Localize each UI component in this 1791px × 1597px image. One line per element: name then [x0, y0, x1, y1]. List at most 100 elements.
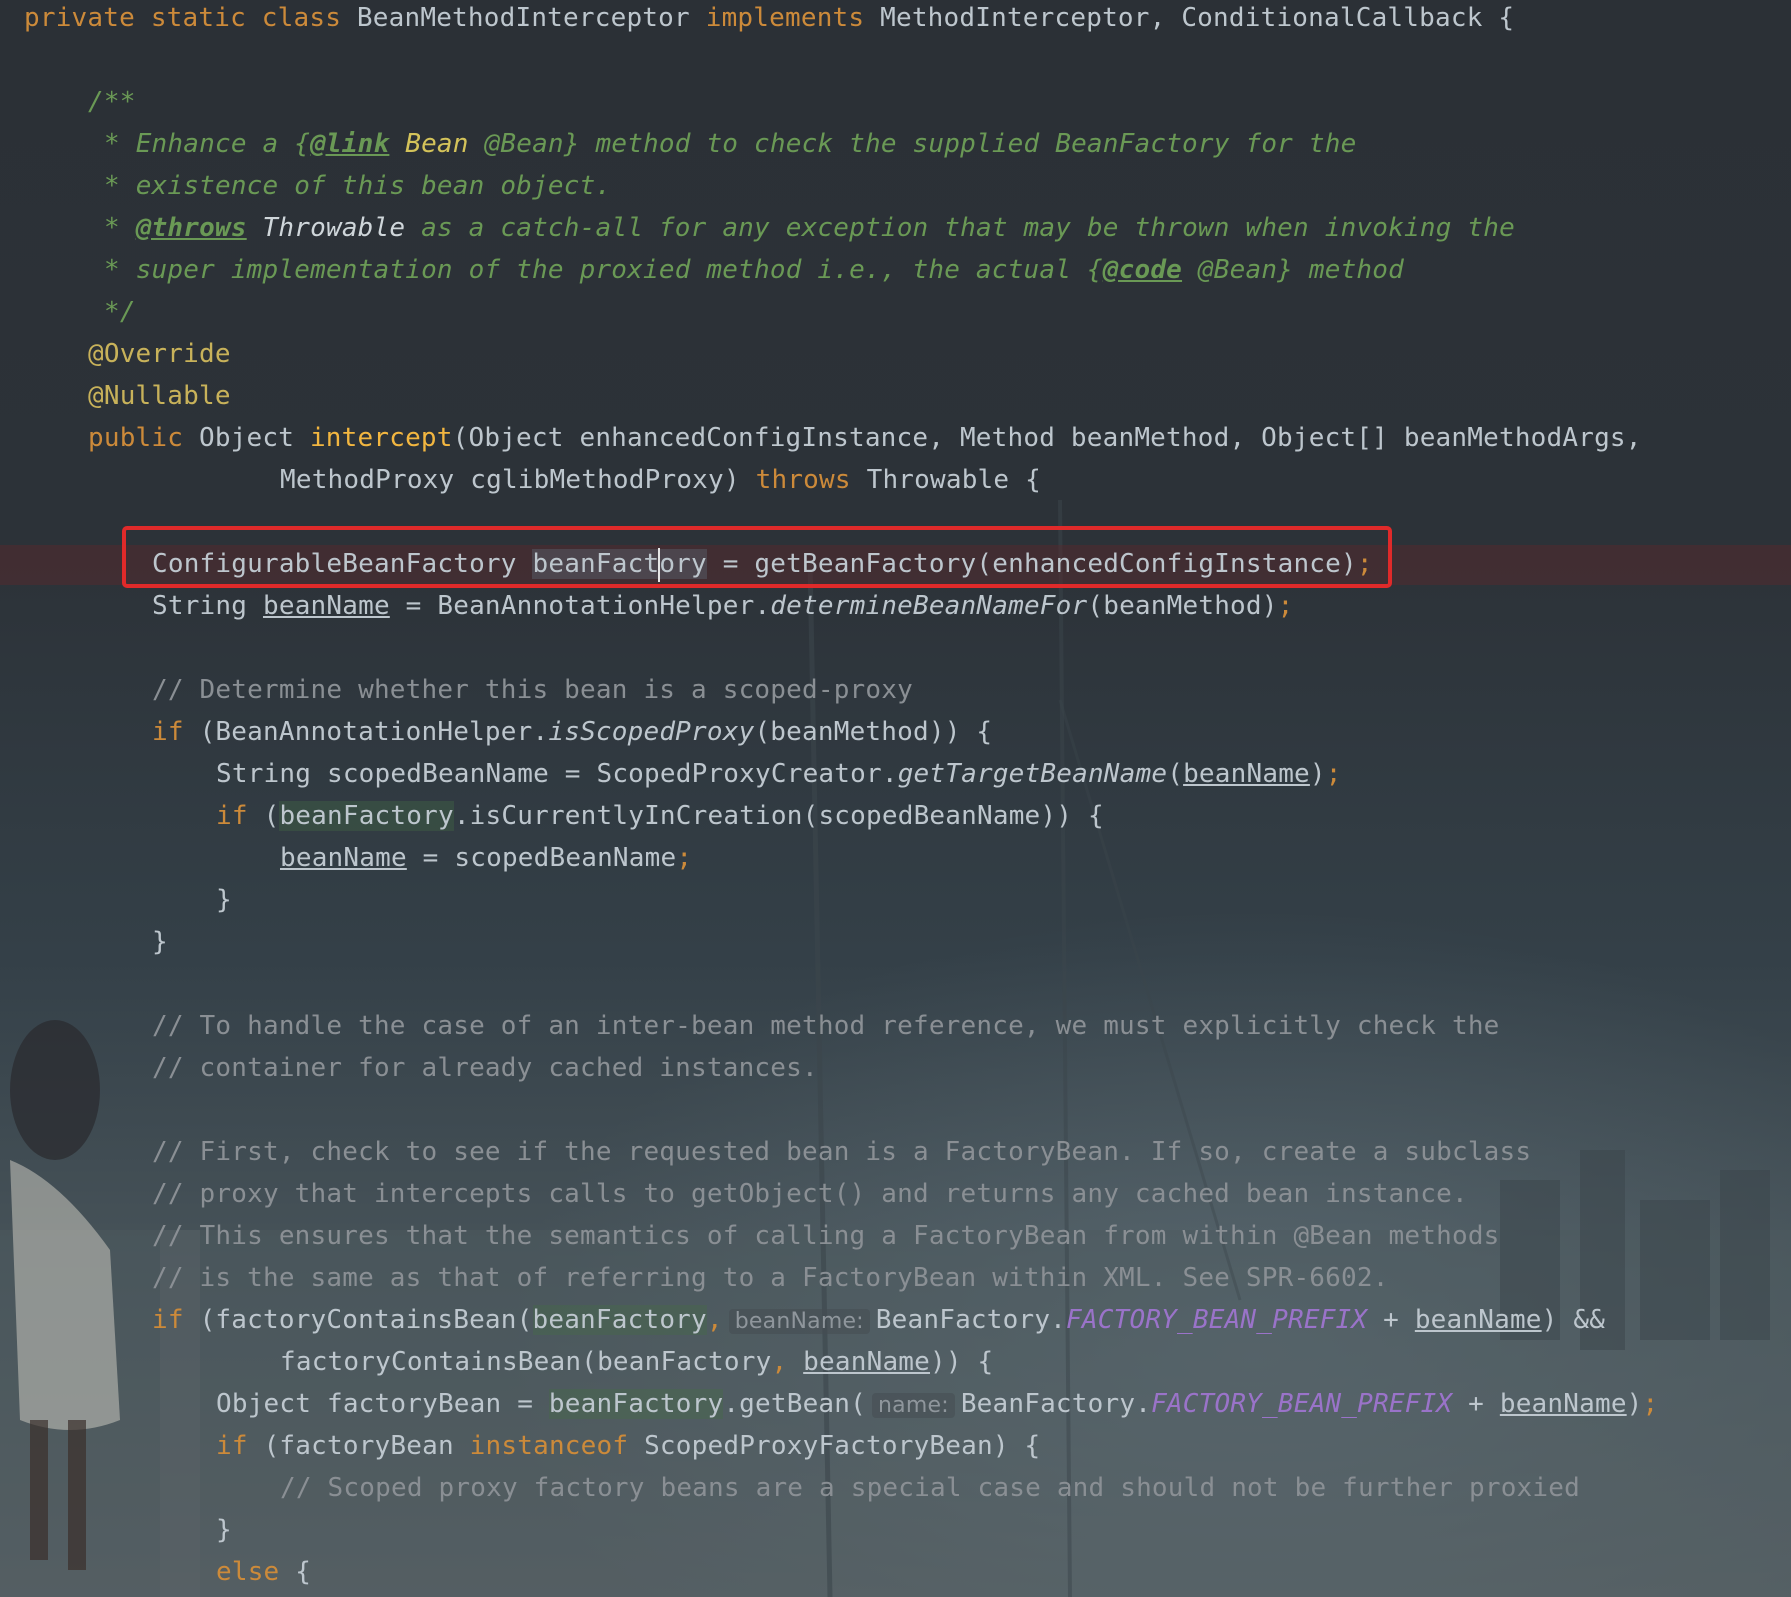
closing-brace: }: [152, 927, 168, 957]
expression: (factoryContainsBean(: [183, 1305, 533, 1335]
expression: +: [1452, 1389, 1500, 1419]
expression: = scopedBeanName: [406, 843, 677, 873]
code-line-class-declaration: private static class BeanMethodIntercept…: [0, 0, 1514, 39]
code-line-if-factory-contains: if (factoryContainsBean(beanFactory, bean…: [0, 1299, 1605, 1341]
expression: +: [1367, 1305, 1415, 1335]
expression: (beanMethod): [1087, 591, 1278, 621]
expression: ): [1626, 1389, 1643, 1419]
expression: ScopedProxyFactoryBean) {: [628, 1431, 1041, 1461]
expression: factoryContainsBean(beanFactory: [280, 1347, 772, 1377]
variable-bean-name: beanName: [803, 1347, 930, 1377]
code-line-brace: }: [0, 921, 168, 963]
exception-type: Throwable {: [850, 465, 1041, 495]
comment-text: // Determine whether this bean is a scop…: [152, 675, 913, 705]
code-line-if-instanceof: if (factoryBean instanceof ScopedProxyFa…: [0, 1425, 1040, 1467]
expression: Object factoryBean =: [216, 1389, 549, 1419]
code-line-method-signature-cont: MethodProxy cglibMethodProxy) throws Thr…: [0, 459, 1041, 501]
javadoc-tag: @throws: [135, 213, 247, 243]
expression: ) &&: [1541, 1305, 1606, 1335]
javadoc-text: * super implementation of the proxied me…: [104, 255, 1103, 285]
javadoc-text: * Enhance a {: [104, 129, 311, 159]
closing-brace: }: [216, 1515, 232, 1545]
javadoc-text: @Bean} method to check the supplied Bean…: [468, 129, 1357, 159]
expression: {: [279, 1557, 312, 1587]
interfaces: MethodInterceptor, ConditionalCallback {: [864, 3, 1515, 33]
keyword: if: [216, 801, 248, 831]
code-line-javadoc: * @throws Throwable as a catch-all for a…: [0, 207, 1515, 249]
javadoc-text: */: [104, 297, 136, 327]
type-name: String: [152, 591, 263, 621]
code-line-comment: // To handle the case of an inter-bean m…: [0, 1005, 1500, 1047]
semicolon: ;: [1277, 591, 1294, 621]
comment-text: // proxy that intercepts calls to getObj…: [152, 1179, 1468, 1209]
variable-bean-factory: beanFactory: [532, 1305, 707, 1335]
comment-text: // is the same as that of referring to a…: [152, 1263, 1389, 1293]
javadoc-tag: @link: [310, 129, 390, 159]
variable-bean-name: beanName: [280, 843, 407, 873]
keyword: else: [216, 1557, 280, 1587]
method-name: intercept: [309, 423, 453, 453]
expression: BeanFactory.: [875, 1305, 1067, 1335]
javadoc-reference: Throwable: [246, 213, 406, 243]
class-name: BeanMethodInterceptor: [341, 3, 706, 33]
variable-bean-name: beanName: [1414, 1305, 1542, 1335]
comment-text: // Scoped proxy factory beans are a spec…: [280, 1473, 1580, 1503]
keyword: instanceof: [469, 1431, 629, 1461]
code-line-brace: }: [0, 1509, 232, 1551]
javadoc-text: as a catch-all for any exception that ma…: [405, 213, 1515, 243]
code-line-if-factory-contains-cont: factoryContainsBean(beanFactory, beanNam…: [0, 1341, 993, 1383]
variable-bean-name: beanName: [1499, 1389, 1627, 1419]
semicolon: ;: [1642, 1389, 1659, 1419]
code-line-comment: // This ensures that the semantics of ca…: [0, 1215, 1500, 1257]
parameters: MethodProxy cglibMethodProxy): [280, 465, 756, 495]
annotation: @Override: [88, 339, 231, 369]
code-line-comment: // Determine whether this bean is a scop…: [0, 669, 913, 711]
static-constant: FACTORY_BEAN_PREFIX: [1066, 1305, 1368, 1335]
expression: (factoryBean: [247, 1431, 470, 1461]
javadoc-text: @Bean} method: [1182, 255, 1404, 285]
code-editor[interactable]: private static class BeanMethodIntercept…: [0, 0, 1791, 1597]
static-method-call: determineBeanNameFor: [770, 591, 1088, 621]
code-line-assign-bean-name: beanName = scopedBeanName;: [0, 837, 692, 879]
code-line-comment: // Scoped proxy factory beans are a spec…: [0, 1467, 1580, 1509]
code-line-comment: // container for already cached instance…: [0, 1047, 818, 1089]
code-line-javadoc: * Enhance a {@link Bean @Bean} method to…: [0, 123, 1356, 165]
javadoc-text: * existence of this bean object.: [104, 171, 612, 201]
code-line-javadoc: * existence of this bean object.: [0, 165, 611, 207]
code-line-else: else {: [0, 1551, 311, 1593]
return-type: Object: [183, 423, 310, 453]
closing-brace: }: [216, 885, 232, 915]
keyword: private static class: [24, 3, 342, 33]
code-line-javadoc-close: */: [0, 291, 136, 333]
expression: (: [1167, 759, 1184, 789]
expression: String scopedBeanName = ScopedProxyCreat…: [216, 759, 898, 789]
code-line-scoped-bean-name: String scopedBeanName = ScopedProxyCreat…: [0, 753, 1342, 795]
code-line-factory-bean: Object factoryBean = beanFactory.getBean…: [0, 1383, 1658, 1425]
parameter-name-hint: name:: [872, 1393, 955, 1418]
variable-bean-name: beanName: [262, 591, 390, 621]
javadoc-reference: Bean: [389, 129, 469, 159]
variable-bean-factory: beanFactory: [548, 1389, 724, 1419]
variable-bean-factory: beanFactory: [279, 801, 454, 831]
keyword: public: [88, 423, 184, 453]
expression: )) {: [930, 1347, 994, 1377]
code-line-comment: // First, check to see if the requested …: [0, 1131, 1531, 1173]
annotation: @Nullable: [88, 381, 231, 411]
keyword: if: [216, 1431, 248, 1461]
comma: ,: [771, 1347, 788, 1377]
expression: (beanMethod)) {: [754, 717, 993, 747]
expression: = BeanAnnotationHelper.: [389, 591, 771, 621]
code-line-if-in-creation: if (beanFactory.isCurrentlyInCreation(sc…: [0, 795, 1104, 837]
comment-text: // This ensures that the semantics of ca…: [152, 1221, 1500, 1251]
comment-text: // container for already cached instance…: [152, 1053, 818, 1083]
code-line-if-scoped: if (BeanAnnotationHelper.isScopedProxy(b…: [0, 711, 992, 753]
keyword: throws: [755, 465, 851, 495]
code-line-javadoc-open: /**: [0, 81, 136, 123]
expression: .isCurrentlyInCreation(scopedBeanName)) …: [453, 801, 1104, 831]
code-line-bean-name: String beanName = BeanAnnotationHelper.d…: [0, 585, 1293, 627]
code-line-method-signature: public Object intercept(Object enhancedC…: [0, 417, 1642, 459]
code-line-comment: // proxy that intercepts calls to getObj…: [0, 1173, 1468, 1215]
javadoc-text: *: [104, 213, 136, 243]
keyword: implements: [705, 3, 865, 33]
